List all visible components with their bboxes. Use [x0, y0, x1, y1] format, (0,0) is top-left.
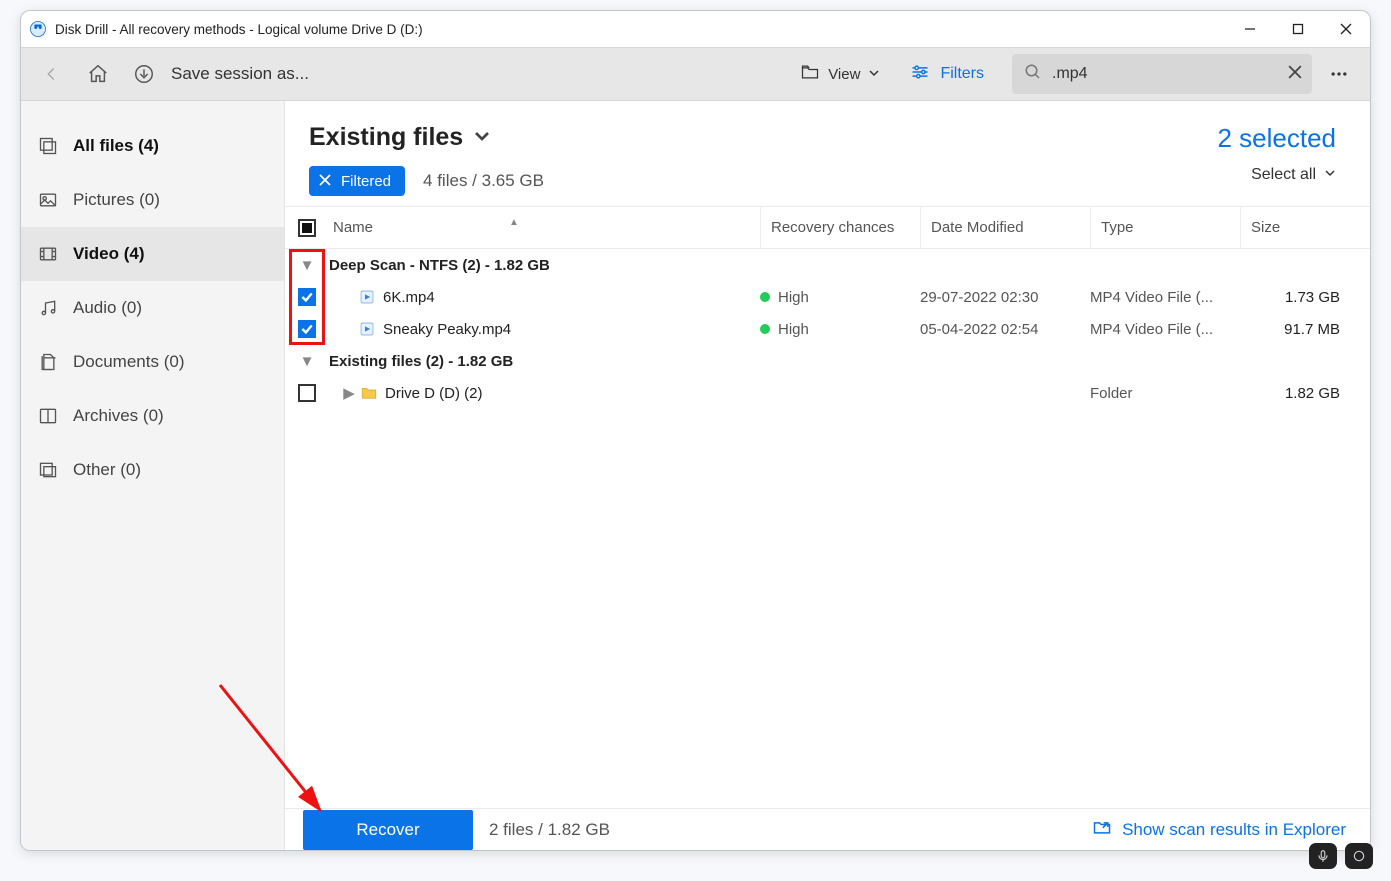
file-table: Name ▲ Recovery chances Date Modified Ty…	[285, 206, 1370, 808]
select-all-label: Select all	[1251, 166, 1316, 184]
column-type[interactable]: Type	[1090, 207, 1240, 248]
sliders-icon	[910, 62, 930, 87]
home-button[interactable]	[75, 51, 121, 97]
app-icon	[29, 20, 47, 38]
table-header: Name ▲ Recovery chances Date Modified Ty…	[285, 207, 1370, 249]
save-session-label[interactable]: Save session as...	[171, 64, 309, 84]
search-wrap	[1012, 54, 1312, 94]
column-recovery[interactable]: Recovery chances	[760, 207, 920, 248]
collapse-icon[interactable]: ▼	[297, 353, 317, 370]
image-icon	[37, 190, 59, 210]
system-tray	[1309, 843, 1373, 869]
footer: Recover 2 files / 1.82 GB Show scan resu…	[285, 808, 1370, 850]
selected-count: 2 selected	[1217, 123, 1336, 154]
maximize-button[interactable]	[1274, 11, 1322, 47]
sidebar-item-label: Archives (0)	[73, 406, 164, 426]
download-button[interactable]	[121, 51, 167, 97]
chevron-down-icon	[473, 123, 491, 152]
other-icon	[37, 460, 59, 480]
filters-button[interactable]: Filters	[896, 54, 998, 94]
page-title: Existing files	[309, 123, 463, 152]
expand-icon[interactable]: ▶	[339, 384, 359, 402]
group-title: Existing files (2) - 1.82 GB	[329, 353, 513, 370]
app-window: Disk Drill - All recovery methods - Logi…	[20, 10, 1371, 851]
column-name[interactable]: Name ▲	[329, 219, 760, 236]
video-file-icon	[357, 321, 377, 337]
file-name: 6K.mp4	[383, 289, 435, 306]
sidebar-item-audio[interactable]: Audio (0)	[21, 281, 284, 335]
back-button[interactable]	[29, 51, 75, 97]
select-all-checkbox[interactable]	[298, 219, 316, 237]
row-checkbox[interactable]	[298, 288, 316, 306]
sort-caret-icon: ▲	[509, 217, 519, 228]
sidebar-item-other[interactable]: Other (0)	[21, 443, 284, 497]
sidebar-item-archives[interactable]: Archives (0)	[21, 389, 284, 443]
sidebar-item-video[interactable]: Video (4)	[21, 227, 284, 281]
chevron-down-icon	[1324, 166, 1336, 184]
table-row[interactable]: ▶ Drive D (D) (2) Folder 1.82 GB	[285, 377, 1370, 409]
filtered-chip[interactable]: Filtered	[309, 166, 405, 196]
titlebar: Disk Drill - All recovery methods - Logi…	[21, 11, 1370, 47]
footer-summary: 2 files / 1.82 GB	[489, 820, 610, 840]
sidebar-item-label: Audio (0)	[73, 298, 142, 318]
window-title: Disk Drill - All recovery methods - Logi…	[55, 22, 423, 37]
sidebar-item-documents[interactable]: Documents (0)	[21, 335, 284, 389]
toolbar: Save session as... View Filters	[21, 47, 1370, 101]
filtered-label: Filtered	[341, 173, 391, 190]
folder-icon	[359, 384, 379, 402]
search-icon	[1024, 63, 1042, 85]
folder-icon	[800, 62, 820, 86]
file-name: Sneaky Peaky.mp4	[383, 321, 511, 338]
chevron-down-icon	[868, 66, 880, 83]
column-date[interactable]: Date Modified	[920, 207, 1090, 248]
close-button[interactable]	[1322, 11, 1370, 47]
more-menu[interactable]	[1316, 51, 1362, 97]
group-row[interactable]: ▼ Existing files (2) - 1.82 GB	[285, 345, 1370, 377]
view-label: View	[828, 66, 860, 83]
show-in-explorer-link[interactable]: Show scan results in Explorer	[1092, 817, 1346, 842]
close-icon	[319, 173, 331, 190]
filters-label: Filters	[940, 65, 984, 83]
collapse-icon[interactable]: ▼	[297, 257, 317, 274]
group-title: Deep Scan - NTFS (2) - 1.82 GB	[329, 257, 550, 274]
recover-button[interactable]: Recover	[303, 810, 473, 850]
document-icon	[37, 352, 59, 372]
search-input[interactable]	[1012, 54, 1312, 94]
sidebar-item-label: Documents (0)	[73, 352, 184, 372]
video-icon	[37, 244, 59, 264]
file-name: Drive D (D) (2)	[385, 385, 483, 402]
view-menu[interactable]: View	[788, 54, 892, 94]
select-all-menu[interactable]: Select all	[1217, 166, 1336, 184]
music-icon	[37, 298, 59, 318]
archive-icon	[37, 406, 59, 426]
sidebar: All files (4) Pictures (0) Video (4) Aud…	[21, 101, 285, 850]
window-controls	[1226, 11, 1370, 47]
group-row[interactable]: ▼ Deep Scan - NTFS (2) - 1.82 GB	[285, 249, 1370, 281]
explorer-link-label: Show scan results in Explorer	[1122, 820, 1346, 840]
row-checkbox[interactable]	[298, 320, 316, 338]
file-summary: 4 files / 3.65 GB	[423, 171, 544, 191]
sidebar-item-all-files[interactable]: All files (4)	[21, 119, 284, 173]
table-row[interactable]: 6K.mp4 High 29-07-2022 02:30 MP4 Video F…	[285, 281, 1370, 313]
clear-icon[interactable]	[1288, 65, 1302, 83]
sidebar-item-label: Other (0)	[73, 460, 141, 480]
tray-assist-icon[interactable]	[1345, 843, 1373, 869]
content: Existing files Filtered 4 files / 3.65 G…	[285, 101, 1370, 850]
stack-icon	[37, 136, 59, 156]
tray-mic-icon[interactable]	[1309, 843, 1337, 869]
sidebar-item-label: All files (4)	[73, 136, 159, 156]
open-external-icon	[1092, 817, 1112, 842]
sidebar-item-label: Pictures (0)	[73, 190, 160, 210]
minimize-button[interactable]	[1226, 11, 1274, 47]
sidebar-item-pictures[interactable]: Pictures (0)	[21, 173, 284, 227]
column-size[interactable]: Size	[1240, 207, 1370, 248]
page-heading[interactable]: Existing files	[309, 123, 544, 152]
video-file-icon	[357, 289, 377, 305]
content-header: Existing files Filtered 4 files / 3.65 G…	[285, 101, 1370, 206]
table-row[interactable]: Sneaky Peaky.mp4 High 05-04-2022 02:54 M…	[285, 313, 1370, 345]
row-checkbox[interactable]	[298, 384, 316, 402]
sidebar-item-label: Video (4)	[73, 244, 144, 264]
